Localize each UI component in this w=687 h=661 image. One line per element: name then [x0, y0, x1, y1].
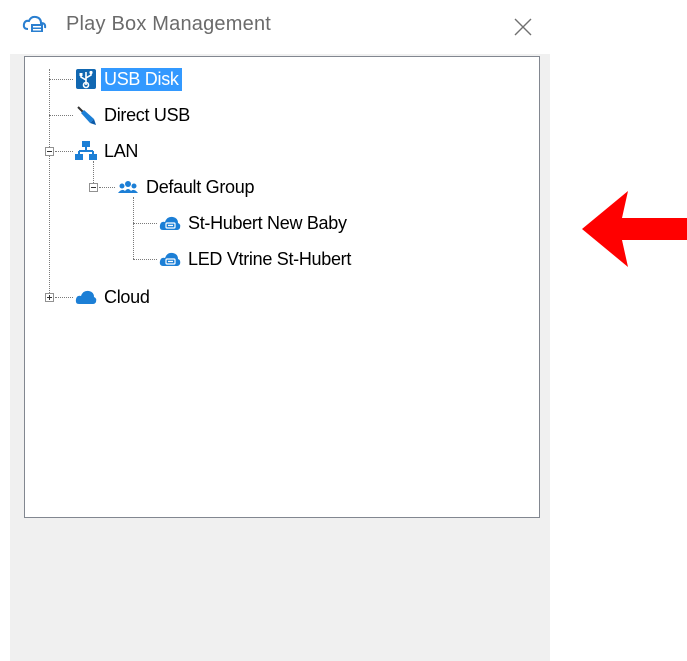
- tree-item-led-vtrine-st-hubert[interactable]: LED Vtrine St-Hubert: [159, 246, 354, 272]
- tree-item-label: LAN: [104, 140, 139, 161]
- default-group-collapse-toggle[interactable]: [89, 183, 98, 192]
- tree-item-label: USB Disk: [101, 67, 182, 91]
- tree-item-label: Direct USB: [104, 104, 191, 125]
- device-tree[interactable]: USB Disk Direct USB LAN Default Group St…: [24, 56, 540, 518]
- player-cloud-icon: [159, 252, 181, 266]
- tree-item-default-group[interactable]: Default Group: [117, 174, 257, 200]
- app-cloud-icon: [22, 15, 47, 32]
- tree-line: [55, 151, 73, 152]
- red-arrow-annotation: [582, 191, 687, 267]
- tree-line: [49, 69, 50, 297]
- tree-item-label: LED Vtrine St-Hubert: [188, 248, 352, 269]
- tree-line: [133, 223, 157, 224]
- tree-line: [133, 259, 157, 260]
- network-icon: [75, 141, 97, 160]
- lan-collapse-toggle[interactable]: [45, 147, 54, 156]
- tree-line: [99, 187, 115, 188]
- group-icon: [118, 181, 138, 193]
- play-box-management-window: Play Box Management USB Disk Direct USB …: [10, 0, 550, 661]
- tree-line: [133, 197, 134, 259]
- tree-item-label: Default Group: [146, 176, 255, 197]
- tree-item-label: St-Hubert New Baby: [188, 212, 347, 233]
- tree-item-cloud[interactable]: Cloud: [75, 284, 153, 310]
- usb-cable-icon: [77, 106, 96, 125]
- tree-item-label: Cloud: [104, 286, 150, 307]
- title-bar: Play Box Management: [10, 0, 550, 54]
- tree-line: [49, 115, 73, 116]
- cloud-expand-toggle[interactable]: [45, 293, 54, 302]
- window-title: Play Box Management: [66, 13, 272, 35]
- tree-item-st-hubert-new-baby[interactable]: St-Hubert New Baby: [159, 210, 350, 236]
- tree-item-usb-disk[interactable]: USB Disk: [75, 66, 182, 92]
- usb-icon: [76, 69, 96, 89]
- tree-line: [49, 79, 73, 80]
- cloud-icon: [75, 290, 97, 304]
- close-icon[interactable]: [506, 10, 540, 44]
- tree-item-lan[interactable]: LAN: [75, 138, 141, 164]
- tree-line: [55, 297, 73, 298]
- tree-item-direct-usb[interactable]: Direct USB: [75, 102, 193, 128]
- player-cloud-icon: [159, 216, 181, 230]
